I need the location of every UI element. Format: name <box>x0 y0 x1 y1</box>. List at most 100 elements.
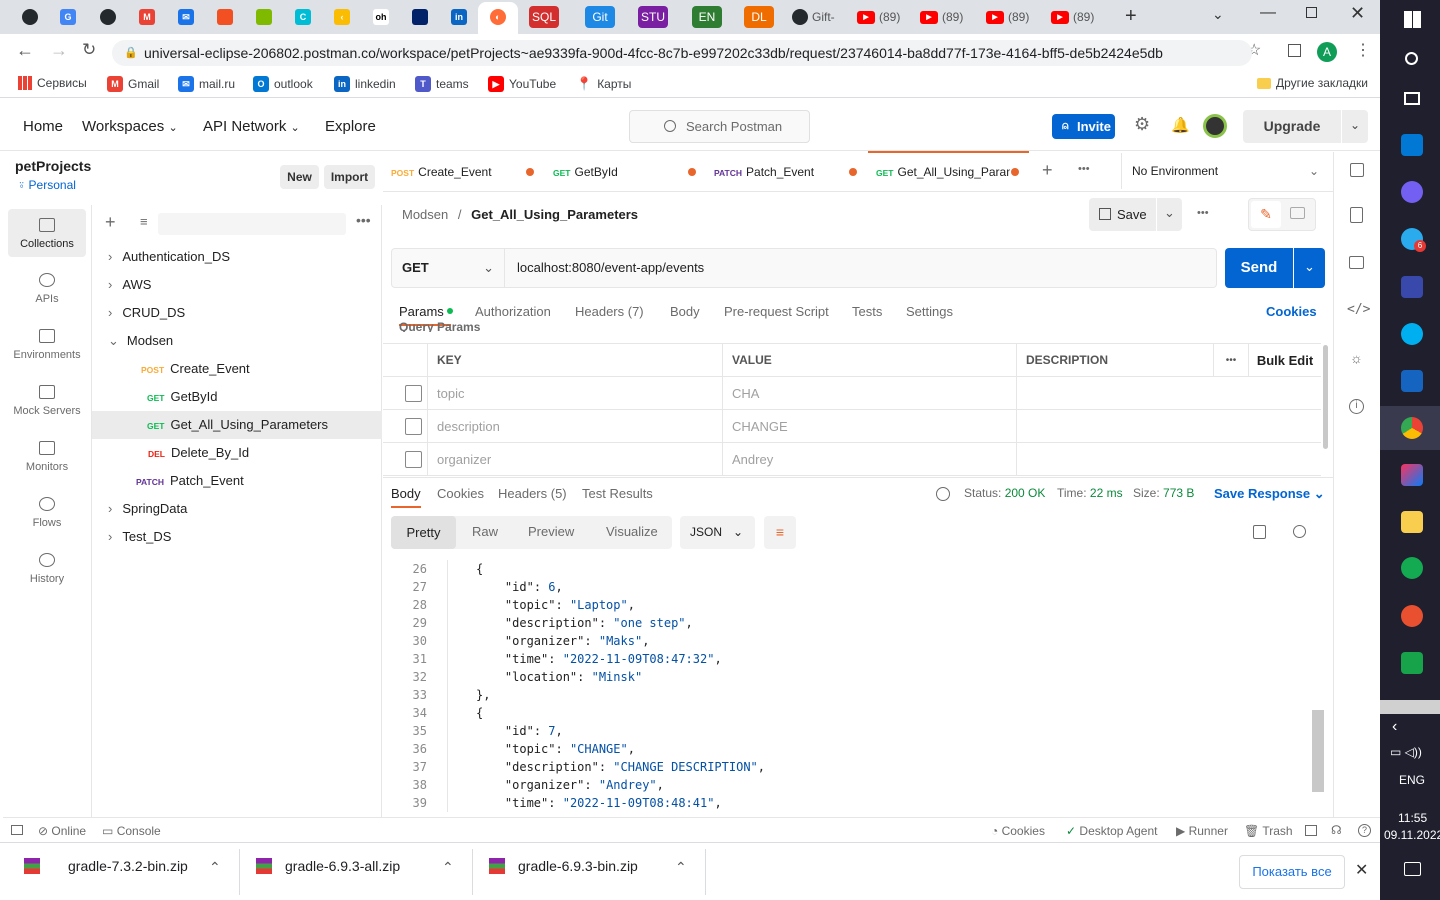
en-tab[interactable]: EN <box>692 6 722 28</box>
method-select[interactable]: GET ⌄ <box>391 248 505 288</box>
browser-tab-youtube[interactable]: ▶ (89) <box>1051 4 1094 30</box>
git-tab[interactable]: Git <box>585 6 615 28</box>
reload-icon[interactable]: ↻ <box>82 40 96 60</box>
download-item[interactable]: gradle-7.3.2-bin.zip <box>24 858 188 874</box>
docs-icon[interactable] <box>1350 207 1363 223</box>
more-actions-icon[interactable]: ••• <box>1197 207 1209 219</box>
tree-item-aws[interactable]: › AWS <box>92 271 382 299</box>
rail-apis[interactable]: APIs <box>3 273 91 305</box>
status-console[interactable]: ▭ Console <box>102 824 161 838</box>
windows-start-icon[interactable] <box>1404 11 1421 28</box>
tree-item-create-event[interactable]: POST Create_Event <box>92 355 382 383</box>
tab-authorization[interactable]: Authorization <box>475 304 551 319</box>
tree-item-modsen[interactable]: ⌄ Modsen <box>92 327 382 355</box>
bookmark-outlook[interactable]: Ooutlook <box>253 76 313 92</box>
tab-search-icon[interactable]: ⌄ <box>1212 6 1224 23</box>
back-icon[interactable]: ← <box>16 40 34 61</box>
bookmark-services[interactable]: Сервисы <box>18 76 87 90</box>
menu-icon[interactable]: ⋮ <box>1355 40 1371 60</box>
param-row-checkbox[interactable] <box>383 410 428 443</box>
param-key[interactable]: topic <box>428 377 723 410</box>
bulk-edit-button[interactable]: Bulk Edit <box>1249 344 1321 377</box>
browser-tab-github[interactable]: Gift- <box>792 4 835 30</box>
intellij-icon[interactable] <box>1401 464 1423 486</box>
rail-history[interactable]: History <box>3 553 91 585</box>
new-tab-icon[interactable]: + <box>1125 5 1137 28</box>
viber-icon[interactable] <box>1401 181 1423 203</box>
search-input[interactable]: Search Postman <box>629 110 810 143</box>
uk-flag-icon[interactable] <box>412 9 428 25</box>
filter-icon[interactable]: ≡ <box>140 214 148 229</box>
environment-quicklook-icon[interactable] <box>1350 163 1364 177</box>
settings-icon[interactable]: ⚙ <box>1134 114 1150 135</box>
format-select[interactable]: JSON ⌄ <box>680 516 755 549</box>
nav-explore[interactable]: Explore <box>325 118 376 135</box>
rail-flows[interactable]: Flows <box>3 497 91 529</box>
notifications-icon[interactable] <box>1404 862 1421 876</box>
footer-trash[interactable]: 🗑 Trash <box>1244 824 1293 838</box>
tree-item-delete-by-id[interactable]: DEL Delete_By_Id <box>92 439 382 467</box>
param-description[interactable] <box>1017 410 1321 443</box>
resp-tab-body[interactable]: Body <box>391 486 421 501</box>
wrap-lines-icon[interactable]: ≡ <box>764 516 796 549</box>
param-description[interactable] <box>1017 377 1321 410</box>
vscode-icon[interactable] <box>1401 134 1423 156</box>
windows-store-icon[interactable] <box>217 9 233 25</box>
windows-store-icon[interactable] <box>256 9 272 25</box>
status-online[interactable]: ⊘ Online <box>38 824 86 838</box>
param-key[interactable]: description <box>428 410 723 443</box>
sidepanel-icon[interactable] <box>1288 44 1301 57</box>
tree-item-springdata[interactable]: › SpringData <box>92 495 382 523</box>
bookmark-youtube[interactable]: ▶ YouTube <box>488 76 556 92</box>
close-downloads-icon[interactable]: ✕ <box>1355 860 1368 880</box>
forward-icon[interactable]: → <box>50 40 68 61</box>
nav-home[interactable]: Home <box>23 118 63 135</box>
oh-icon[interactable]: oh <box>373 9 389 25</box>
gmail-icon[interactable]: M <box>139 9 155 25</box>
bootcamp-icon[interactable]: ☊ <box>1331 823 1342 837</box>
search-icon[interactable] <box>1405 52 1418 65</box>
mysql-workbench-icon[interactable] <box>1401 370 1423 392</box>
chevron-up-icon[interactable]: ⌃ <box>442 859 454 876</box>
response-body[interactable]: 26 {27 "id": 6, 28 "topic": "Laptop", 29 "d… <box>383 560 1313 812</box>
edit-icon[interactable]: ✎ <box>1251 201 1281 228</box>
save-response-button[interactable]: Save Response ⌄ <box>1214 486 1325 502</box>
language-indicator[interactable]: ENG <box>1399 773 1425 787</box>
minimize-icon[interactable]: — <box>1260 4 1276 22</box>
browser-tab-youtube[interactable]: ▶ (89) <box>857 4 900 30</box>
param-value[interactable]: CHA <box>723 377 1017 410</box>
search-response-icon[interactable] <box>1293 525 1306 538</box>
more-tabs-icon[interactable]: ••• <box>1078 163 1090 175</box>
resp-tab-test-results[interactable]: Test Results <box>582 486 653 501</box>
chevron-left-icon[interactable]: ‹ <box>1392 718 1397 736</box>
arrow-icon[interactable]: ‹ <box>334 9 350 25</box>
clock-date[interactable]: 09.11.2022 <box>1384 828 1440 842</box>
tab-settings[interactable]: Settings <box>906 304 953 319</box>
breadcrumb-current[interactable]: Get_All_Using_Parameters <box>471 207 638 222</box>
add-tab-icon[interactable]: + <box>1042 160 1053 181</box>
save-disk-icon[interactable] <box>1401 276 1423 298</box>
help-icon[interactable]: ? <box>1358 824 1371 837</box>
comments-icon[interactable] <box>1349 256 1364 269</box>
github-icon[interactable] <box>22 9 38 25</box>
comment-icon[interactable] <box>1290 207 1305 219</box>
workspace-name[interactable]: petProjects <box>15 158 91 174</box>
postman-app-icon[interactable] <box>1401 605 1423 627</box>
url-input[interactable]: localhost:8080/event-app/events <box>505 248 1217 288</box>
app-green-icon[interactable] <box>1401 652 1423 674</box>
browser-tab-youtube[interactable]: ▶ (89) <box>920 4 963 30</box>
tree-item-getbyid[interactable]: GET GetById <box>92 383 382 411</box>
bookmark-maps[interactable]: 📍 Карты <box>576 76 631 92</box>
rail-mock-servers[interactable]: Mock Servers <box>3 385 91 417</box>
chrome-icon[interactable] <box>1401 417 1423 439</box>
info-icon[interactable]: i <box>1349 399 1364 414</box>
bookmark-mailru[interactable]: ✉ mail.ru <box>178 76 235 92</box>
chevron-up-icon[interactable]: ⌃ <box>675 859 687 876</box>
rail-collections[interactable]: Collections <box>8 209 86 257</box>
taskbar-scroll[interactable] <box>1380 700 1440 714</box>
sidebar-toggle-icon[interactable] <box>11 825 23 835</box>
translate-icon[interactable]: G <box>60 9 76 25</box>
download-item[interactable]: gradle-6.9.3-all.zip <box>256 858 400 874</box>
send-button[interactable]: Send <box>1225 248 1293 288</box>
restore-icon[interactable] <box>1306 7 1317 18</box>
